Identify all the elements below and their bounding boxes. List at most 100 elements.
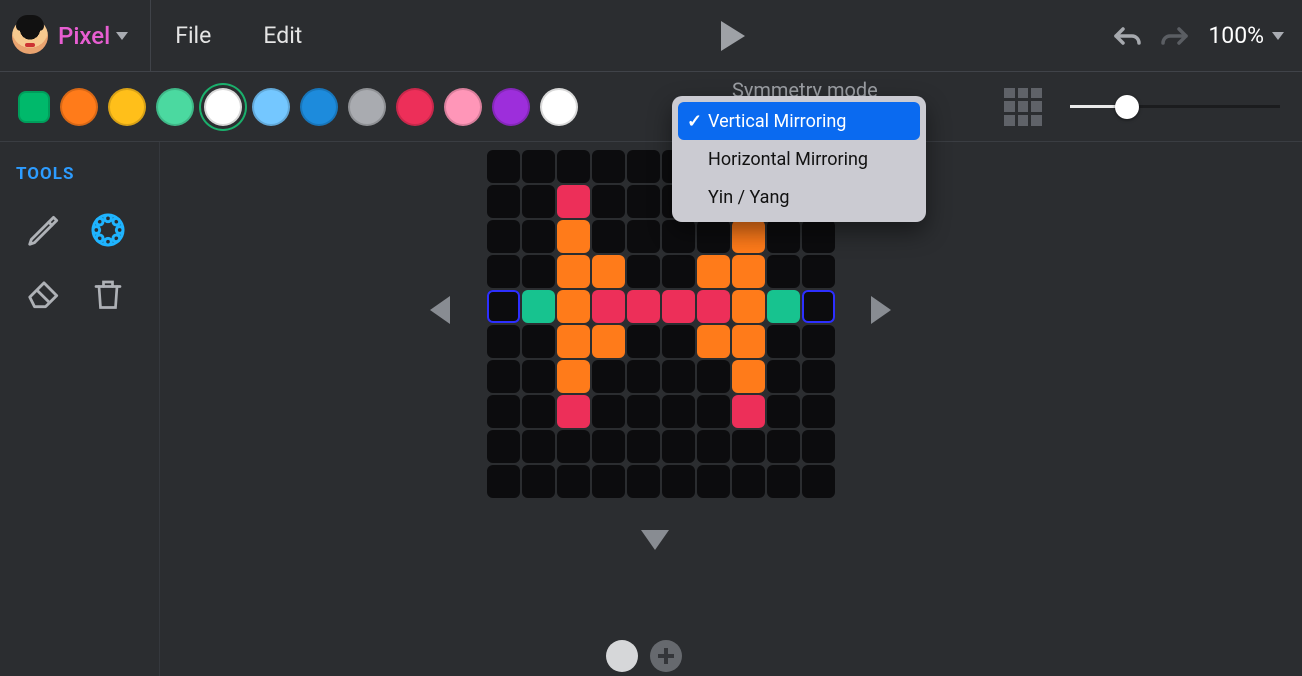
pixel-cell[interactable] xyxy=(487,255,520,288)
palette-swatch-6[interactable] xyxy=(300,88,338,126)
pixel-cell[interactable] xyxy=(802,360,835,393)
palette-swatch-10[interactable] xyxy=(492,88,530,126)
pixel-cell[interactable] xyxy=(557,150,590,183)
pixel-cell[interactable] xyxy=(627,360,660,393)
pixel-cell[interactable] xyxy=(557,290,590,323)
app-title-chevron-icon[interactable] xyxy=(116,32,128,40)
eraser-tool[interactable] xyxy=(16,266,72,322)
pixel-cell[interactable] xyxy=(802,430,835,463)
palette-swatch-4[interactable] xyxy=(204,88,242,126)
pixel-cell[interactable] xyxy=(697,255,730,288)
menu-file[interactable]: File xyxy=(175,22,211,49)
pixel-cell[interactable] xyxy=(592,185,625,218)
pixel-cell[interactable] xyxy=(732,255,765,288)
pixel-cell[interactable] xyxy=(662,325,695,358)
pixel-cell[interactable] xyxy=(627,465,660,498)
pixel-cell[interactable] xyxy=(697,290,730,323)
pixel-cell[interactable] xyxy=(522,185,555,218)
pixel-cell[interactable] xyxy=(627,220,660,253)
pixel-cell[interactable] xyxy=(662,395,695,428)
palette-swatch-9[interactable] xyxy=(444,88,482,126)
pixel-cell[interactable] xyxy=(732,290,765,323)
frame-indicator[interactable] xyxy=(606,640,638,672)
pixel-cell[interactable] xyxy=(802,220,835,253)
pixel-cell[interactable] xyxy=(592,255,625,288)
pixel-cell[interactable] xyxy=(662,430,695,463)
pixel-cell[interactable] xyxy=(592,290,625,323)
pixel-cell[interactable] xyxy=(592,150,625,183)
pixel-cell[interactable] xyxy=(522,220,555,253)
pixel-cell[interactable] xyxy=(767,220,800,253)
menu-edit[interactable]: Edit xyxy=(263,22,302,49)
pixel-cell[interactable] xyxy=(732,220,765,253)
add-frame-button[interactable] xyxy=(650,640,682,672)
symmetry-option-vertical[interactable]: Vertical Mirroring xyxy=(678,102,920,140)
pixel-cell[interactable] xyxy=(697,360,730,393)
zoom-control[interactable]: 100% xyxy=(1208,22,1284,49)
pixel-cell[interactable] xyxy=(522,290,555,323)
pixel-cell[interactable] xyxy=(522,255,555,288)
pixel-cell[interactable] xyxy=(592,325,625,358)
pixel-cell[interactable] xyxy=(487,395,520,428)
pixel-cell[interactable] xyxy=(522,360,555,393)
pixel-cell[interactable] xyxy=(662,360,695,393)
pixel-cell[interactable] xyxy=(627,395,660,428)
pixel-cell[interactable] xyxy=(522,430,555,463)
zoom-slider[interactable] xyxy=(1070,105,1280,108)
pixel-cell[interactable] xyxy=(662,290,695,323)
pixel-cell[interactable] xyxy=(662,465,695,498)
pixel-cell[interactable] xyxy=(592,220,625,253)
pixel-cell[interactable] xyxy=(522,465,555,498)
pixel-cell[interactable] xyxy=(732,465,765,498)
pixel-cell[interactable] xyxy=(662,220,695,253)
pixel-cell[interactable] xyxy=(697,430,730,463)
palette-swatch-3[interactable] xyxy=(156,88,194,126)
pixel-cell[interactable] xyxy=(697,465,730,498)
pixel-cell[interactable] xyxy=(767,465,800,498)
pixel-cell[interactable] xyxy=(557,395,590,428)
pixel-cell[interactable] xyxy=(487,465,520,498)
palette-swatch-5[interactable] xyxy=(252,88,290,126)
pixel-cell[interactable] xyxy=(487,325,520,358)
nav-right-button[interactable] xyxy=(871,296,891,324)
pixel-cell[interactable] xyxy=(592,465,625,498)
pattern-tool[interactable] xyxy=(80,202,136,258)
pixel-cell[interactable] xyxy=(592,395,625,428)
pixel-cell[interactable] xyxy=(767,255,800,288)
pixel-cell[interactable] xyxy=(662,255,695,288)
pixel-cell[interactable] xyxy=(487,290,520,323)
pixel-cell[interactable] xyxy=(627,255,660,288)
pixel-cell[interactable] xyxy=(802,255,835,288)
undo-button[interactable] xyxy=(1112,24,1142,48)
play-button[interactable] xyxy=(721,21,745,51)
pixel-cell[interactable] xyxy=(732,360,765,393)
symmetry-dropdown[interactable]: Vertical Mirroring Horizontal Mirroring … xyxy=(672,96,926,222)
symmetry-option-horizontal[interactable]: Horizontal Mirroring xyxy=(678,140,920,178)
pixel-cell[interactable] xyxy=(767,430,800,463)
pixel-cell[interactable] xyxy=(802,290,835,323)
nav-down-button[interactable] xyxy=(641,530,669,550)
pixel-cell[interactable] xyxy=(802,465,835,498)
pixel-cell[interactable] xyxy=(627,150,660,183)
pixel-cell[interactable] xyxy=(767,360,800,393)
pixel-cell[interactable] xyxy=(557,255,590,288)
palette-swatch-2[interactable] xyxy=(108,88,146,126)
palette-swatch-1[interactable] xyxy=(60,88,98,126)
pencil-tool[interactable] xyxy=(16,202,72,258)
pixel-cell[interactable] xyxy=(487,360,520,393)
palette-swatch-11[interactable] xyxy=(540,88,578,126)
redo-button[interactable] xyxy=(1160,24,1190,48)
pixel-cell[interactable] xyxy=(627,290,660,323)
palette-swatch-0[interactable] xyxy=(18,91,50,123)
pixel-cell[interactable] xyxy=(697,220,730,253)
pixel-cell[interactable] xyxy=(487,220,520,253)
nav-left-button[interactable] xyxy=(430,296,450,324)
pixel-cell[interactable] xyxy=(487,185,520,218)
pixel-cell[interactable] xyxy=(627,325,660,358)
pixel-cell[interactable] xyxy=(522,325,555,358)
pixel-cell[interactable] xyxy=(627,430,660,463)
pixel-cell[interactable] xyxy=(697,395,730,428)
pixel-cell[interactable] xyxy=(557,360,590,393)
pixel-cell[interactable] xyxy=(767,395,800,428)
pixel-cell[interactable] xyxy=(592,430,625,463)
